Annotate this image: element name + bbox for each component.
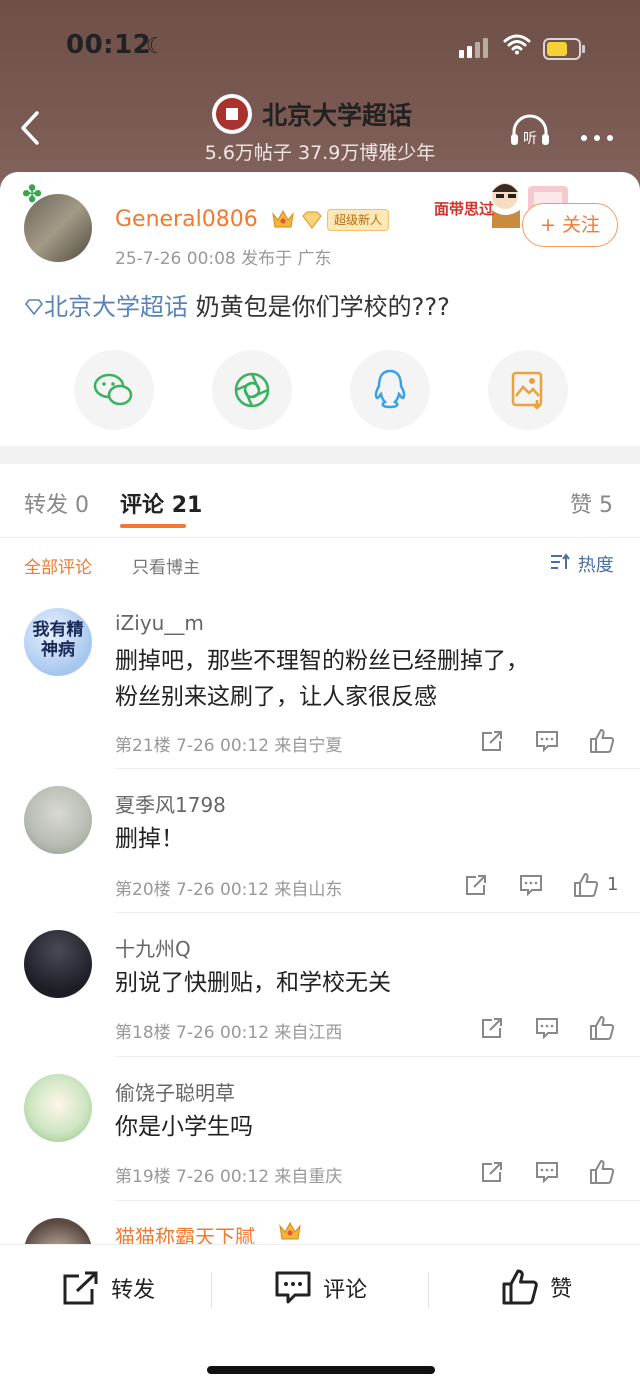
comment-avatar[interactable] [24, 1074, 92, 1142]
divider [0, 537, 640, 538]
tab-active-indicator [120, 524, 186, 528]
tab-repost-count: 0 [75, 493, 90, 518]
battery-nub [582, 45, 585, 53]
share-moments-button[interactable] [212, 350, 292, 430]
qq-icon [374, 369, 406, 409]
topic-diamond-icon [24, 293, 44, 321]
clover-icon: ✤ [22, 180, 43, 208]
sort-by-heat[interactable]: 热度 [550, 551, 614, 577]
tab-comments-count: 21 [171, 493, 203, 518]
repost-icon[interactable] [480, 1160, 504, 1184]
repost-icon [63, 1271, 98, 1305]
repost-icon[interactable] [480, 1016, 504, 1040]
save-image-icon [511, 371, 543, 410]
battery-icon [543, 38, 581, 60]
bottom-like-button[interactable]: 赞 [501, 1268, 572, 1306]
comment-username[interactable]: 夏季风1798 [115, 789, 226, 818]
comment-text-line-1: 你是小学生吗 [115, 1114, 253, 1140]
reply-icon[interactable] [535, 730, 559, 752]
comment-meta: 第18楼 7-26 00:12 来自江西 [115, 1023, 343, 1043]
wifi-icon [503, 33, 531, 59]
tab-likes[interactable]: 赞 5 [570, 487, 613, 519]
tab-repost[interactable]: 转发 0 [24, 487, 89, 519]
reply-icon[interactable] [519, 874, 543, 896]
comment-avatar[interactable] [24, 786, 92, 854]
like-icon[interactable] [573, 872, 599, 898]
crown-icon [279, 1221, 301, 1240]
bottom-comment-button[interactable]: 评论 [274, 1270, 367, 1306]
comment-text-line-1: 别说了快删贴，和学校无关 [115, 970, 391, 996]
comment-text-line-2: 粉丝别来这刷了，让人家很反感 [115, 684, 437, 710]
comment-divider [115, 1056, 640, 1057]
comment-avatar[interactable]: 我有精神病 [24, 608, 92, 676]
post-body: 奶黄包是你们学校的??? [188, 293, 450, 321]
tab-comments[interactable]: 评论 21 [120, 487, 202, 519]
topic-title[interactable]: 北京大学超话 [262, 96, 412, 132]
section-gap [0, 446, 640, 464]
listen-icon[interactable]: 听 [509, 112, 551, 152]
reply-icon[interactable] [535, 1017, 559, 1039]
comment-divider [115, 1200, 640, 1201]
home-indicator[interactable] [207, 1366, 435, 1374]
like-icon[interactable] [589, 728, 615, 754]
filter-op-only[interactable]: 只看博主 [132, 553, 200, 578]
moon-icon: ☾ [146, 34, 166, 59]
poster-username[interactable]: General0806 [115, 207, 258, 232]
post-text: 北京大学超话 奶黄包是你们学校的??? [24, 287, 450, 322]
save-image-button[interactable] [488, 350, 568, 430]
avatar-text: 我有精神病 [32, 620, 84, 660]
bar-divider [428, 1272, 429, 1308]
comment-username[interactable]: 偷饶子聪明草 [115, 1077, 235, 1106]
tab-likes-label: 赞 [570, 493, 593, 518]
comment-meta: 第19楼 7-26 00:12 来自重庆 [115, 1167, 343, 1187]
diamond-icon [300, 210, 324, 234]
comment-avatar[interactable] [24, 930, 92, 998]
repost-icon[interactable] [464, 873, 488, 897]
sticker-text: 面带思过 [434, 200, 494, 218]
comment-icon [275, 1271, 311, 1304]
comment-text-line-1: 删掉！ [115, 826, 184, 852]
svg-text:听: 听 [523, 131, 537, 147]
like-icon[interactable] [589, 1015, 615, 1041]
newbie-badge: 超级新人 [327, 209, 390, 231]
tab-likes-count: 5 [599, 493, 614, 518]
sort-icon [551, 553, 570, 569]
topic-link[interactable]: 北京大学超话 [44, 293, 188, 321]
bottom-like-label: 赞 [550, 1277, 573, 1302]
like-icon [502, 1269, 538, 1305]
comment-text-line-1: 删掉吧，那些不理智的粉丝已经删掉了， [115, 648, 529, 674]
more-options-icon[interactable] [581, 126, 620, 145]
topic-logo [212, 94, 252, 134]
bar-divider [211, 1272, 212, 1308]
crown-icon [271, 208, 295, 230]
like-count: 1 [607, 874, 619, 895]
tab-repost-label: 转发 [24, 493, 69, 518]
post-meta: 25-7-26 00:08 发布于 广东 [115, 249, 332, 269]
bottom-repost-button[interactable]: 转发 [62, 1270, 155, 1306]
bottom-repost-label: 转发 [111, 1278, 156, 1303]
wechat-icon [93, 373, 133, 406]
tab-comments-label: 评论 [120, 493, 165, 518]
sort-label: 热度 [577, 555, 614, 576]
cellular-signal-icon [459, 38, 491, 58]
comment-divider [115, 768, 640, 769]
bottom-comment-label: 评论 [323, 1278, 368, 1303]
follow-button[interactable]: + 关注 [522, 203, 618, 247]
repost-icon[interactable] [480, 729, 504, 753]
like-icon[interactable] [589, 1159, 615, 1185]
comment-username[interactable]: iZiyu__m [115, 611, 204, 635]
comment-meta: 第20楼 7-26 00:12 来自山东 [115, 880, 343, 900]
share-qq-button[interactable] [350, 350, 430, 430]
share-wechat-button[interactable] [74, 350, 154, 430]
moments-icon [234, 372, 270, 408]
comment-username[interactable]: 十九州Q [115, 933, 191, 962]
filter-all-comments[interactable]: 全部评论 [24, 553, 92, 578]
comment-divider [115, 912, 640, 913]
comment-meta: 第21楼 7-26 00:12 来自宁夏 [115, 736, 343, 756]
reply-icon[interactable] [535, 1161, 559, 1183]
status-time: 00:12 [66, 30, 152, 60]
